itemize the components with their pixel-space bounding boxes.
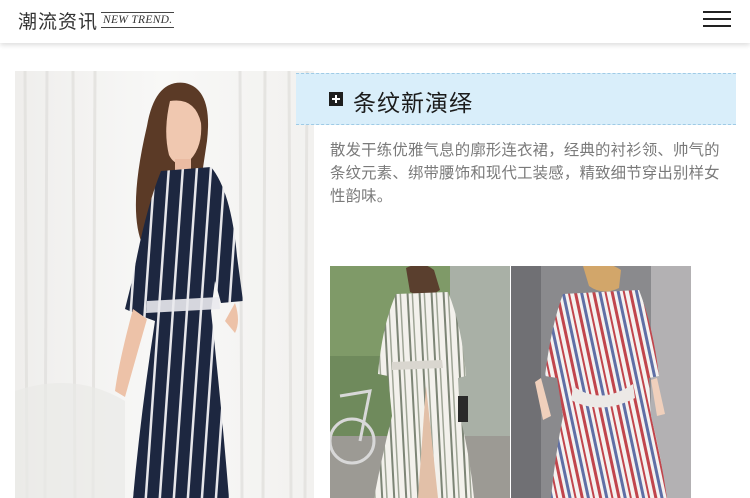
hamburger-menu-icon[interactable] [703,9,731,29]
section-header: 条纹新演绎 [296,73,736,125]
plus-square-icon[interactable] [329,92,343,106]
site-logo-en[interactable]: NEW TREND. [101,12,175,28]
top-header: 潮流资讯 NEW TREND. [0,0,750,43]
street-style-white-dress-photo [330,266,510,498]
runway-red-blue-stripe-dress-photo [511,266,691,498]
site-logo-cn[interactable]: 潮流资讯 [18,7,98,34]
model-striped-dress-photo [15,71,314,498]
section-title: 条纹新演绎 [353,91,473,117]
section-description: 散发干练优雅气息的廓形连衣裙，经典的衬衫领、帅气的条纹元素、绑带腰饰和现代工装感… [330,141,720,205]
